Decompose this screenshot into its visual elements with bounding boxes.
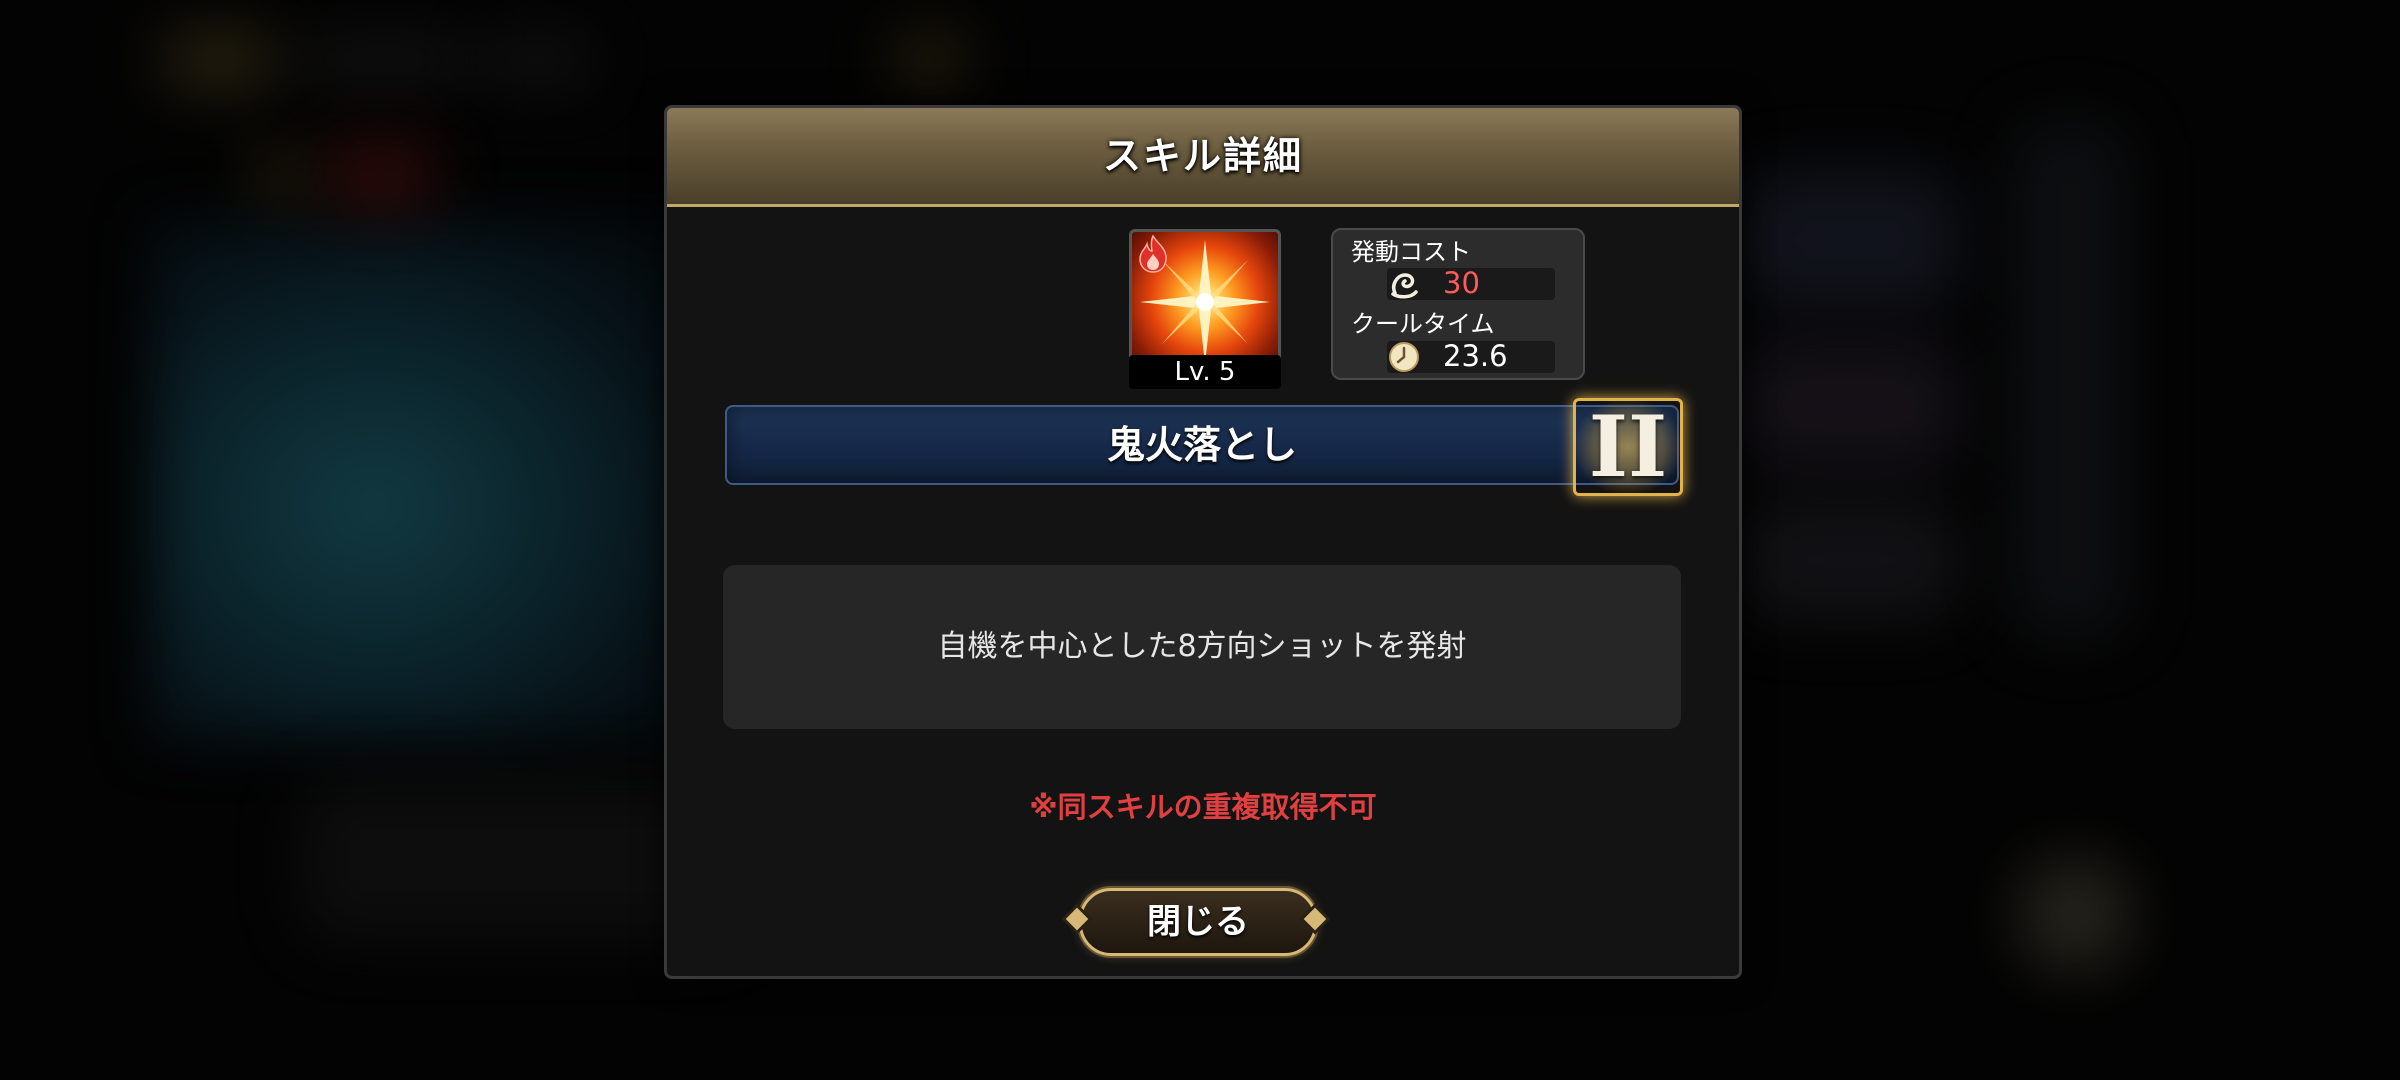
fire-icon [1139, 234, 1167, 273]
clock-icon [1389, 342, 1419, 372]
cost-swirl-icon [1391, 273, 1418, 299]
cooldown-value: 23.6 [1443, 339, 1508, 373]
cost-value: 30 [1443, 266, 1480, 300]
skill-stats-panel: 発動コスト 30 クールタイム 23.6 [1331, 228, 1585, 380]
skill-detail-dialog: スキル詳細 Lv. 5 発動コスト 30 クールタイム 23.6 鬼火落とし I… [664, 105, 1742, 979]
skill-name: 鬼火落とし [1106, 423, 1297, 467]
duplicate-warning: ※同スキルの重複取得不可 [1029, 790, 1377, 824]
skill-description: 自機を中心とした8方向ショットを発射 [937, 629, 1467, 664]
skill-level: Lv. 5 [1129, 355, 1281, 389]
description-box: 自機を中心とした8方向ショットを発射 [723, 565, 1681, 729]
close-button[interactable]: 閉じる [1079, 888, 1317, 956]
cooldown-label: クールタイム [1351, 310, 1495, 338]
skill-icon [1129, 229, 1281, 375]
skill-name-bar: 鬼火落とし [725, 405, 1679, 485]
skill-rank-badge: II [1573, 398, 1683, 496]
cost-label: 発動コスト [1351, 238, 1471, 266]
dialog-title: スキル詳細 [1102, 134, 1303, 178]
dialog-header: スキル詳細 [667, 108, 1739, 207]
